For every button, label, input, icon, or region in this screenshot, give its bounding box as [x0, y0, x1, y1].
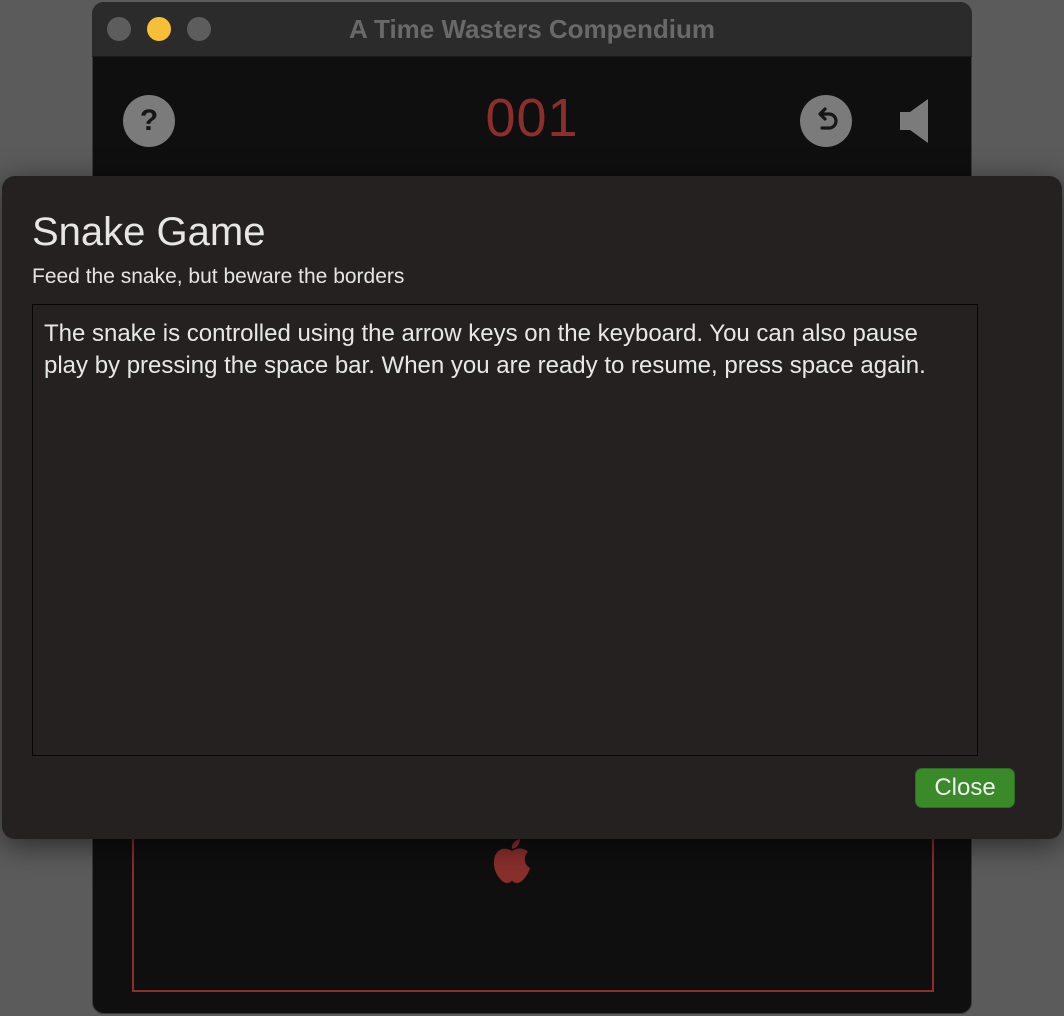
- speaker-icon[interactable]: [898, 97, 934, 145]
- window-title: A Time Wasters Compendium: [349, 14, 715, 44]
- dialog-subtitle: Feed the snake, but beware the borders: [32, 265, 405, 288]
- game-toolbar: ? 001: [92, 57, 972, 182]
- apple-icon: [493, 839, 530, 883]
- title-bar: A Time Wasters Compendium: [92, 2, 972, 57]
- help-dialog: Snake Game Feed the snake, but beware th…: [2, 176, 1062, 839]
- dialog-title: Snake Game: [32, 210, 266, 254]
- restart-button[interactable]: [800, 95, 852, 147]
- instructions-text-area[interactable]: The snake is controlled using the arrow …: [32, 304, 978, 756]
- undo-arrow-icon: [818, 107, 838, 130]
- close-button[interactable]: Close: [915, 768, 1015, 808]
